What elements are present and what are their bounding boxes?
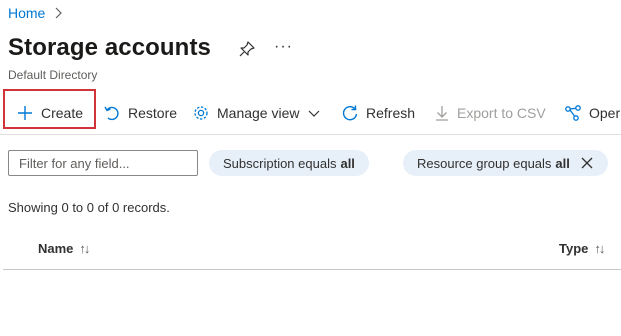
- gear-icon: [194, 106, 208, 120]
- open-query-label: Oper: [589, 105, 621, 121]
- chevron-down-icon: [308, 110, 319, 117]
- sort-icon[interactable]: ↑↓: [79, 241, 90, 256]
- page-title: Storage accounts: [8, 34, 211, 61]
- download-icon: [436, 106, 448, 121]
- refresh-icon: [342, 105, 358, 121]
- more-options-button[interactable]: ···: [274, 38, 293, 56]
- export-csv-button[interactable]: Export to CSV: [434, 92, 546, 134]
- close-icon[interactable]: [580, 156, 594, 170]
- resource-group-filter-value: all: [555, 155, 570, 171]
- records-count: Showing 0 to 0 of 0 records.: [8, 200, 170, 215]
- open-query-button[interactable]: Oper: [564, 92, 620, 134]
- table-header-divider: [3, 269, 621, 270]
- breadcrumb: Home: [8, 5, 65, 21]
- column-header-type[interactable]: Type ↑↓: [559, 241, 605, 256]
- restore-button[interactable]: Restore: [103, 92, 177, 134]
- column-name-label: Name: [38, 241, 74, 256]
- sort-icon[interactable]: ↑↓: [594, 241, 605, 256]
- subscription-filter-pill[interactable]: Subscription equals all: [209, 150, 369, 176]
- page-subtitle: Default Directory: [8, 68, 98, 82]
- restore-label: Restore: [128, 105, 178, 121]
- refresh-button[interactable]: Refresh: [341, 92, 415, 134]
- query-icon: [565, 105, 581, 121]
- column-type-label: Type: [559, 241, 589, 256]
- resource-group-filter-pill[interactable]: Resource group equals all: [403, 150, 608, 176]
- restore-icon: [104, 106, 119, 121]
- filter-input[interactable]: Filter for any field...: [8, 150, 198, 176]
- resource-group-filter-label: Resource group equals: [417, 155, 552, 171]
- subscription-filter-label: Subscription equals: [223, 155, 337, 171]
- manage-view-label: Manage view: [217, 105, 300, 121]
- subscription-filter-value: all: [340, 155, 355, 171]
- column-header-name[interactable]: Name ↑↓: [38, 241, 90, 256]
- export-csv-label: Export to CSV: [457, 105, 546, 121]
- manage-view-button[interactable]: Manage view: [192, 92, 321, 134]
- chevron-right-icon: [55, 7, 63, 19]
- breadcrumb-home-link[interactable]: Home: [8, 5, 45, 21]
- create-highlight-box: [3, 89, 96, 129]
- refresh-label: Refresh: [366, 105, 416, 121]
- pin-icon[interactable]: [238, 40, 256, 58]
